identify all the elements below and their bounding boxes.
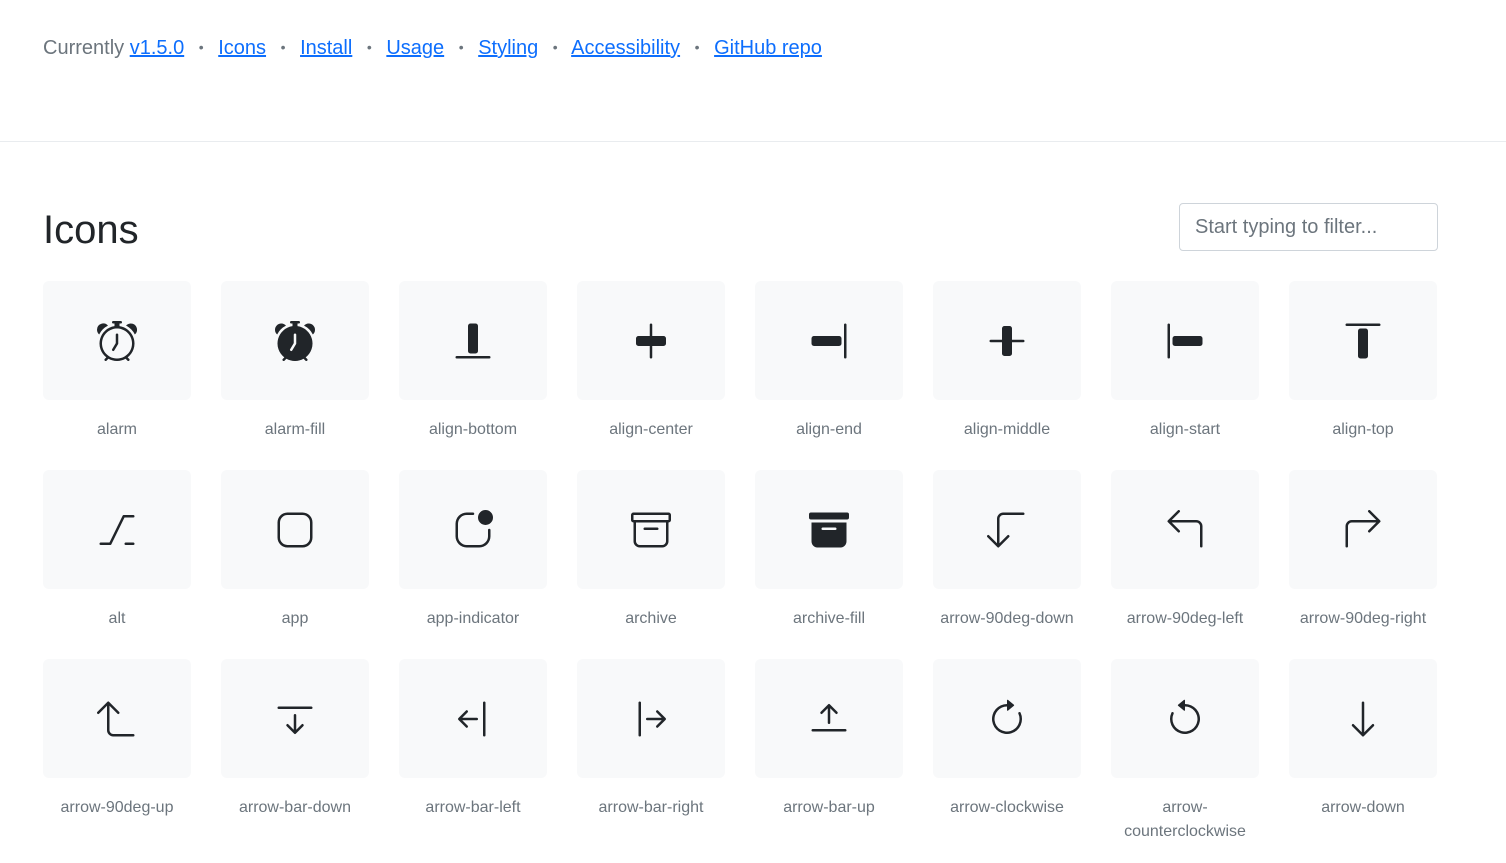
nav-link-github[interactable]: GitHub repo [714, 37, 822, 59]
alt-icon [43, 470, 191, 589]
nav-separator: • [458, 39, 464, 55]
arrow-bar-left-icon [399, 659, 547, 778]
nav-link-usage[interactable]: Usage [386, 37, 444, 59]
icon-card[interactable]: archive-fill [755, 470, 903, 659]
nav-separator: • [198, 39, 204, 55]
icon-card[interactable]: align-start [1111, 281, 1259, 470]
icon-label: arrow-down [1321, 799, 1405, 816]
icon-card[interactable]: arrow-90deg-right [1289, 470, 1437, 659]
arrow-90deg-down-icon [933, 470, 1081, 589]
icon-card[interactable]: alarm [43, 281, 191, 470]
app-icon [221, 470, 369, 589]
icon-card[interactable]: app-indicator [399, 470, 547, 659]
icon-card[interactable]: app [221, 470, 369, 659]
icon-card[interactable]: arrow-bar-right [577, 659, 725, 848]
icon-label: align-middle [963, 421, 1051, 438]
icon-label: arrow-bar-right [598, 799, 704, 816]
icon-label: app-indicator [426, 610, 520, 627]
nav-separator: • [366, 39, 372, 55]
arrow-bar-right-icon [577, 659, 725, 778]
icon-card[interactable]: align-end [755, 281, 903, 470]
icon-label: arrow-bar-down [238, 799, 352, 816]
icon-label: alarm [96, 421, 137, 438]
icon-card[interactable]: arrow-bar-left [399, 659, 547, 848]
icon-card[interactable]: arrow-counterclockwise [1111, 659, 1259, 848]
icon-card[interactable]: align-top [1289, 281, 1437, 470]
nav-link-accessibility[interactable]: Accessibility [571, 37, 680, 59]
icon-label: arrow-counterclockwise [1124, 799, 1246, 840]
icon-card[interactable]: arrow-90deg-down [933, 470, 1081, 659]
icon-card[interactable]: align-middle [933, 281, 1081, 470]
icon-card[interactable]: alarm-fill [221, 281, 369, 470]
icon-label: arrow-90deg-right [1299, 610, 1427, 627]
align-start-icon [1111, 281, 1259, 400]
nav-separator: • [694, 39, 700, 55]
archive-icon [577, 470, 725, 589]
icon-card[interactable]: arrow-clockwise [933, 659, 1081, 848]
app-indicator-icon [399, 470, 547, 589]
icon-label: alarm-fill [264, 421, 326, 438]
icon-card[interactable]: archive [577, 470, 725, 659]
icon-label: archive-fill [792, 610, 865, 627]
arrow-counterclockwise-icon [1111, 659, 1259, 778]
icon-label: align-start [1149, 421, 1221, 438]
icon-label: app [281, 610, 309, 627]
icon-card[interactable]: arrow-down [1289, 659, 1437, 848]
alarm-fill-icon [221, 281, 369, 400]
arrow-down-icon [1289, 659, 1437, 778]
icon-label: align-bottom [428, 421, 518, 438]
arrow-bar-up-icon [755, 659, 903, 778]
align-center-icon [577, 281, 725, 400]
arrow-clockwise-icon [933, 659, 1081, 778]
arrow-90deg-left-icon [1111, 470, 1259, 589]
icon-label: arrow-clockwise [950, 799, 1064, 816]
icon-card[interactable]: align-center [577, 281, 725, 470]
arrow-bar-down-icon [221, 659, 369, 778]
icon-label: alt [108, 610, 126, 627]
icon-label: align-end [796, 421, 862, 438]
version-nav: Currently v1.5.0 • Icons • Install • Usa… [43, 33, 822, 62]
arrow-90deg-right-icon [1289, 470, 1437, 589]
icon-label: arrow-90deg-up [60, 799, 174, 816]
icon-grid: alarm alarm-fill align-bottom align-center a… [43, 281, 1437, 848]
icon-label: align-top [1332, 421, 1394, 438]
icon-label: archive [625, 610, 677, 627]
align-bottom-icon [399, 281, 547, 400]
icon-card[interactable]: arrow-90deg-left [1111, 470, 1259, 659]
filter-input[interactable] [1179, 203, 1438, 251]
icon-card[interactable]: arrow-bar-down [221, 659, 369, 848]
page-title: Icons [43, 208, 139, 252]
icon-label: arrow-bar-left [425, 799, 521, 816]
archive-fill-icon [755, 470, 903, 589]
nav-separator: • [552, 39, 558, 55]
icon-label: arrow-90deg-down [940, 610, 1074, 627]
nav-separator: • [280, 39, 286, 55]
nav-link-install[interactable]: Install [300, 37, 352, 59]
icon-label: align-center [609, 421, 693, 438]
icon-label: arrow-bar-up [783, 799, 875, 816]
arrow-90deg-up-icon [43, 659, 191, 778]
icon-card[interactable]: arrow-90deg-up [43, 659, 191, 848]
icon-card[interactable]: arrow-bar-up [755, 659, 903, 848]
icon-card[interactable]: alt [43, 470, 191, 659]
alarm-icon [43, 281, 191, 400]
nav-link-styling[interactable]: Styling [478, 37, 538, 59]
align-end-icon [755, 281, 903, 400]
align-top-icon [1289, 281, 1437, 400]
icon-label: arrow-90deg-left [1126, 610, 1244, 627]
nav-link-icons[interactable]: Icons [218, 37, 266, 59]
align-middle-icon [933, 281, 1081, 400]
icon-card[interactable]: align-bottom [399, 281, 547, 470]
nav-prefix: Currently [43, 37, 125, 59]
top-nav: Currently v1.5.0 • Icons • Install • Usa… [0, 0, 1506, 142]
nav-link-version[interactable]: v1.5.0 [130, 37, 184, 59]
